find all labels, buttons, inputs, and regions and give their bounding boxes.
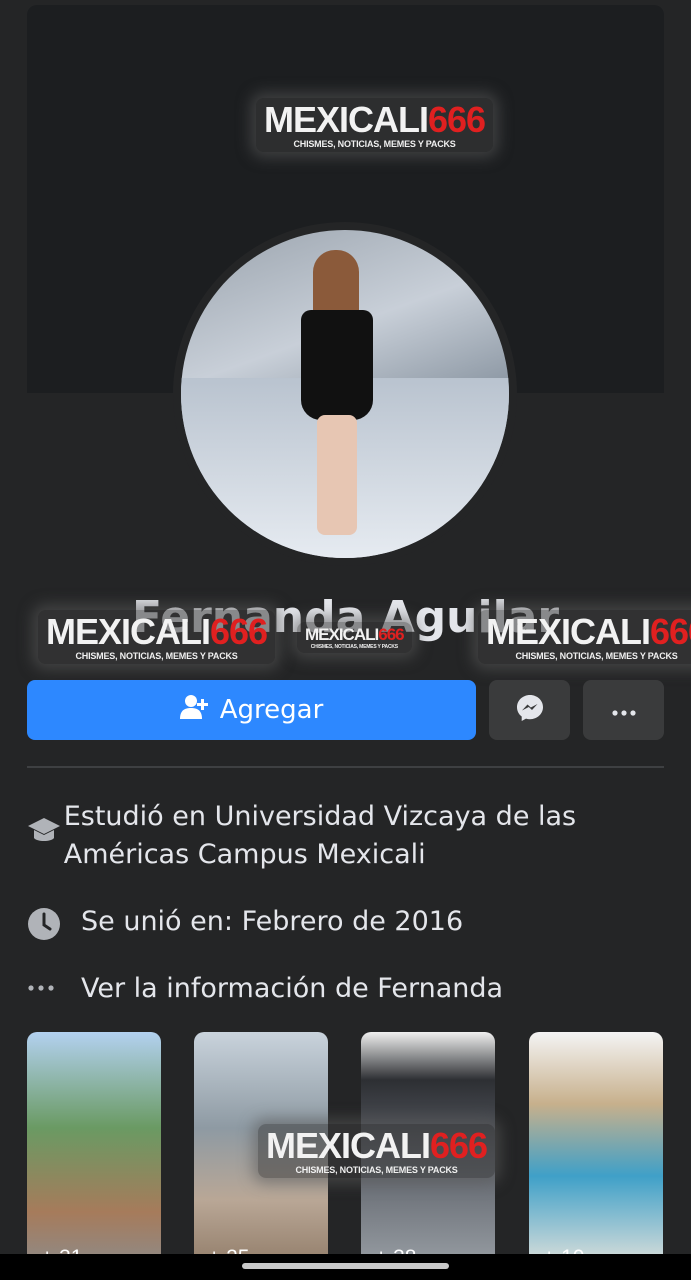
joined-text: Se unió en: Febrero de 2016 <box>81 906 464 937</box>
home-indicator[interactable] <box>242 1263 449 1269</box>
more-dots-icon <box>27 970 81 991</box>
clock-icon <box>27 903 81 941</box>
highlight-thumbnail[interactable]: + 31 <box>27 1032 161 1272</box>
add-friend-icon <box>179 694 208 727</box>
more-dots-icon <box>611 701 636 720</box>
info-education: Estudió en Universidad Vizcaya de las Am… <box>27 798 664 874</box>
watermark-logo: MEXICALI666 CHISMES, NOTICIAS, MEMES Y P… <box>38 610 276 664</box>
more-options-button[interactable] <box>583 680 664 740</box>
watermark-logo: MEXICALI666 CHISMES, NOTICIAS, MEMES Y P… <box>297 622 412 653</box>
graduation-cap-icon <box>27 798 64 846</box>
messenger-button[interactable] <box>489 680 570 740</box>
about-link-text[interactable]: Ver la información de Fernanda <box>81 970 503 1008</box>
add-friend-button[interactable]: Agregar <box>27 680 476 740</box>
divider <box>27 766 664 768</box>
highlight-thumbnail[interactable]: + 10 <box>529 1032 663 1272</box>
messenger-icon <box>515 693 545 727</box>
profile-picture[interactable] <box>181 230 509 558</box>
add-friend-label: Agregar <box>219 695 324 725</box>
watermark-logo: MEXICALI666 CHISMES, NOTICIAS, MEMES Y P… <box>256 98 494 152</box>
info-about-link[interactable]: Ver la información de Fernanda <box>27 970 664 1008</box>
watermark-logo: MEXICALI666 CHISMES, NOTICIAS, MEMES Y P… <box>478 610 691 664</box>
education-text: Estudió en Universidad Vizcaya de las Am… <box>63 801 577 870</box>
watermark-logo: MEXICALI666 CHISMES, NOTICIAS, MEMES Y P… <box>258 1124 496 1178</box>
info-joined: Se unió en: Febrero de 2016 <box>27 903 664 941</box>
